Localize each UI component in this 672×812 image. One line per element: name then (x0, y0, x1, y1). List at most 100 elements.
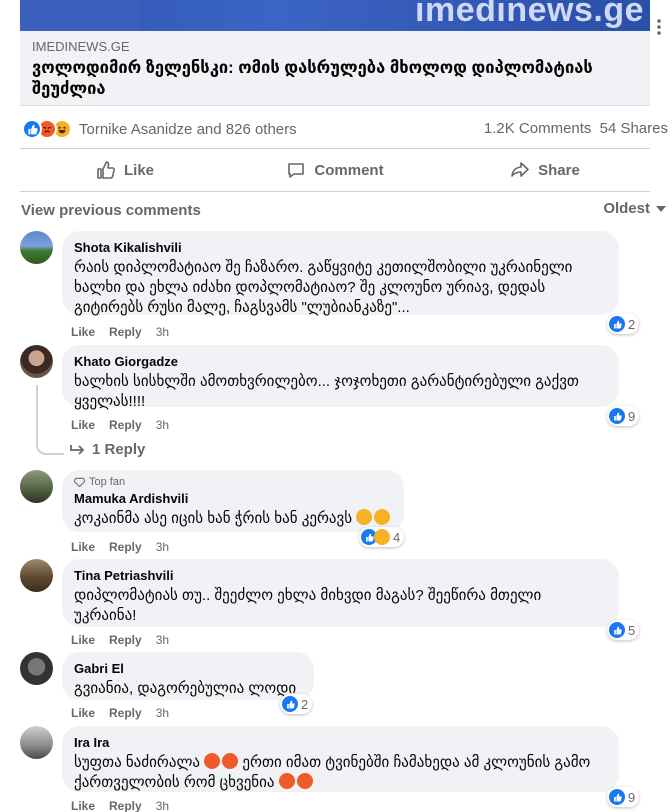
comment-timestamp[interactable]: 3h (156, 799, 169, 812)
reply-arrow-icon (70, 444, 85, 455)
reaction-count: 9 (628, 408, 636, 424)
comment-reaction-badge[interactable]: 5 (607, 620, 640, 640)
comment-text: დიპლომატიას თუ.. შეეძლო ეხლა მიხვდი მაგა… (74, 587, 542, 624)
comment-bubble: Shota Kikalishvili რაის დიპლომატიაო შე ჩ… (62, 231, 619, 316)
comment-reaction-badge[interactable]: 9 (607, 787, 640, 807)
comment-reply-button[interactable]: Reply (109, 418, 142, 432)
comment-timestamp[interactable]: 3h (156, 325, 169, 339)
like-reaction-icon (609, 316, 625, 332)
avatar[interactable] (20, 559, 53, 592)
share-count[interactable]: 54 Shares (600, 120, 668, 137)
comment-like-button[interactable]: Like (71, 706, 95, 720)
comment-sort-dropdown[interactable]: Oldest (603, 200, 666, 217)
comment-timestamp[interactable]: 3h (156, 418, 169, 432)
comment-author[interactable]: Mamuka Ardishvili (74, 490, 392, 507)
link-preview[interactable]: IMEDINEWS.GE ვოლოდიმირ ზელენსკი: ომის და… (20, 31, 650, 106)
top-fan-label: Top fan (89, 476, 126, 488)
like-reaction-icon (609, 789, 625, 805)
comment-reply-button[interactable]: Reply (109, 633, 142, 647)
comment-reaction-badge[interactable]: 4 (359, 527, 405, 547)
comment-text-block: სუფთა ნაძირალა ერთი იმათ ტვინებში ჩამახე… (74, 753, 607, 793)
comment-text: ხალხის სისხლში ამოთხვრილებო... ჯოჯოხეთი … (74, 373, 579, 410)
comment-reply-button[interactable]: Reply (109, 706, 142, 720)
crying-laughing-emoji-icon (356, 509, 373, 525)
comment-text: კოკაინმა ასე იცის ხან ჭრის ხან კერავს (74, 510, 353, 527)
reaction-count: 2 (301, 696, 309, 712)
link-headline[interactable]: ვოლოდიმირ ზელენსკი: ომის დასრულება მხოლო… (32, 58, 642, 100)
angry-emoji-icon (204, 753, 221, 769)
angry-emoji-icon (278, 773, 295, 789)
avatar[interactable] (20, 652, 53, 685)
comment-like-button[interactable]: Like (71, 418, 95, 432)
engagement-counts: 1.2K Comments 54 Shares (480, 120, 668, 137)
diamond-icon (74, 477, 85, 487)
comment-author[interactable]: Shota Kikalishvili (74, 239, 607, 256)
comment-like-button[interactable]: Like (71, 540, 95, 554)
share-button[interactable]: Share (440, 150, 650, 190)
comment-icon (288, 163, 305, 178)
hero-strip (20, 0, 140, 31)
comment-reply-button[interactable]: Reply (109, 540, 142, 554)
reaction-count: 2 (628, 316, 636, 332)
action-bar: Like Comment Share (20, 150, 650, 190)
comment-text: სუფთა ნაძირალა (74, 754, 201, 771)
divider (20, 148, 650, 149)
like-reaction-icon (609, 408, 625, 424)
link-source: IMEDINEWS.GE (32, 39, 130, 54)
like-reaction-icon (609, 622, 625, 638)
comment-author[interactable]: Tina Petriashvili (74, 567, 607, 584)
top-fan-badge: Top fan (74, 476, 392, 488)
comment-author[interactable]: Khato Giorgadze (74, 353, 607, 370)
view-previous-comments[interactable]: View previous comments (21, 202, 201, 219)
reaction-summary[interactable]: Tornike Asanidze and 826 others (22, 118, 297, 140)
sort-label: Oldest (603, 200, 650, 217)
comment-reply-button[interactable]: Reply (109, 325, 142, 339)
comment-meta: Like Reply 3h (71, 706, 169, 720)
like-reaction-icon (282, 696, 298, 712)
hero-site-text: imedinews.ge (415, 0, 644, 29)
comment-meta: Like Reply 3h (71, 799, 169, 812)
comment-author[interactable]: Ira Ira (74, 734, 607, 751)
reaction-names[interactable]: Tornike Asanidze and 826 others (79, 121, 297, 138)
like-label: Like (123, 161, 154, 179)
like-reaction-icon (22, 119, 42, 139)
avatar[interactable] (20, 345, 53, 378)
comment-text-line: კოკაინმა ასე იცის ხან ჭრის ხან კერავს (74, 509, 392, 529)
thumbs-up-icon (97, 161, 115, 179)
comment-meta: Like Reply 3h (71, 418, 169, 432)
comment-bubble: Gabri El გვიანია, დაგორებულია ლოდი (62, 652, 314, 700)
view-replies-link[interactable]: 1 Reply (70, 441, 145, 458)
grinning-emoji-icon (374, 509, 391, 525)
comment-bubble: Tina Petriashvili დიპლომატიას თუ.. შეეძლ… (62, 559, 619, 627)
comment-count[interactable]: 1.2K Comments (484, 120, 592, 137)
angry-emoji-icon (222, 753, 239, 769)
comment-timestamp[interactable]: 3h (156, 706, 169, 720)
comment-button[interactable]: Comment (230, 150, 440, 190)
avatar[interactable] (20, 231, 53, 264)
comment-bubble: Top fan Mamuka Ardishvili კოკაინმა ასე ი… (62, 470, 404, 532)
comment-author[interactable]: Gabri El (74, 660, 302, 677)
comment-timestamp[interactable]: 3h (156, 540, 169, 554)
comment-like-button[interactable]: Like (71, 633, 95, 647)
haha-reaction-icon (374, 529, 390, 545)
divider (20, 191, 650, 192)
comment-bubble: Ira Ira სუფთა ნაძირალა ერთი იმათ ტვინებშ… (62, 726, 619, 792)
comment-meta: Like Reply 3h (71, 540, 169, 554)
avatar[interactable] (20, 470, 53, 503)
share-icon (511, 162, 529, 177)
comment-like-button[interactable]: Like (71, 325, 95, 339)
link-preview-image[interactable]: imedinews.ge (20, 0, 650, 31)
reaction-count: 4 (393, 529, 401, 545)
comment-timestamp[interactable]: 3h (156, 633, 169, 647)
like-button[interactable]: Like (20, 150, 230, 190)
comment-reaction-badge[interactable]: 2 (607, 314, 640, 334)
share-label: Share (538, 161, 580, 179)
comment-bubble: Khato Giorgadze ხალხის სისხლში ამოთხვრილ… (62, 345, 619, 410)
comment-reply-button[interactable]: Reply (109, 799, 142, 812)
avatar[interactable] (20, 726, 53, 759)
comment-reaction-badge[interactable]: 9 (607, 406, 640, 426)
comment-like-button[interactable]: Like (71, 799, 95, 812)
comment-reaction-badge[interactable]: 2 (280, 694, 313, 714)
more-options-icon[interactable] (650, 18, 668, 36)
comment-label: Comment (314, 161, 384, 179)
